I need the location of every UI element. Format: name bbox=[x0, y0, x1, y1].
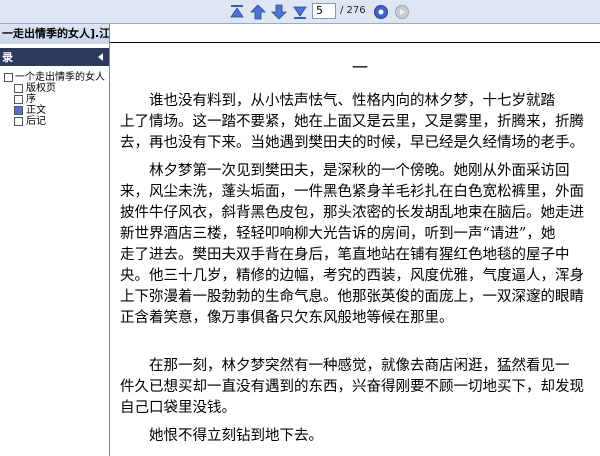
page-top-divider bbox=[110, 42, 600, 43]
text-line: 林夕梦第一次见到樊田夫，是深秋的一个傍晚。她刚从外面采访回 bbox=[149, 163, 570, 179]
checkbox-icon bbox=[4, 73, 13, 82]
text-line: 件久已想买却一直没有遇到的东西，兴奋得刚要不顾一切地买下，却发现 bbox=[120, 379, 584, 395]
collapse-panel-icon[interactable] bbox=[96, 52, 106, 62]
text-line: 走了进去。樊田夫双手背在身后，笔直地站在铺有猩红色地毯的屋子中 bbox=[120, 247, 570, 263]
paragraph: 在那一刻，林夕梦突然有一种感觉，就像去商店闲逛，猛然看见一 件久已想买却一直没有… bbox=[120, 356, 596, 419]
toc-item-label: 序 bbox=[26, 94, 36, 105]
page-total-label: / 276 bbox=[340, 5, 366, 16]
next-page-icon[interactable] bbox=[270, 3, 288, 21]
toc-item-label: 版权页 bbox=[26, 83, 56, 94]
text-line: 她恨不得立刻钻到地下去。 bbox=[149, 428, 323, 444]
bookmark-panel: 一走出情季的女人].江… 录 一个走出情季的女人 版权页 序 正文 后记 bbox=[0, 24, 110, 456]
chapter-heading: 一 bbox=[352, 58, 369, 77]
text-line: 上了情场。这一踏不要紧，她在上面又是云里，又是雾里，折腾来，折腾 bbox=[120, 114, 584, 130]
toc-item-afterword[interactable]: 后记 bbox=[0, 116, 109, 127]
text-line: 披件牛仔风衣，斜背黑色皮包，那头浓密的长发胡乱地束在脑后。她走进 bbox=[120, 205, 584, 221]
toc-item-label: 一个走出情季的女人 bbox=[15, 72, 105, 83]
text-line: 新世界酒店三楼，轻轻叩响柳大光告诉的房间，听到一声“请进”，她 bbox=[120, 226, 556, 242]
toc-item-root[interactable]: 一个走出情季的女人 bbox=[0, 72, 109, 83]
text-line: 在那一刻，林夕梦突然有一种感觉，就像去商店闲逛，猛然看见一 bbox=[149, 358, 570, 374]
contents-tab-label: 录 bbox=[2, 51, 13, 64]
text-line: 正含着笑意，像万事俱备只欠东风般地等候在那里。 bbox=[120, 310, 454, 326]
text-line bbox=[120, 329, 596, 350]
text-line: 去，再也没有下来。当她遇到樊田夫的时候，早已经是久经情场的老手。 bbox=[120, 135, 584, 151]
go-page-icon[interactable] bbox=[372, 3, 390, 21]
toc-item-preface[interactable]: 序 bbox=[0, 94, 109, 105]
forward-icon[interactable] bbox=[393, 3, 411, 21]
paragraph: 她恨不得立刻钻到地下去。 bbox=[120, 426, 596, 447]
text-line: 自己口袋里没钱。 bbox=[120, 400, 236, 416]
toc-item-label: 后记 bbox=[26, 116, 46, 127]
document-title: 一走出情季的女人].江… bbox=[0, 24, 109, 44]
toc-item-copyright[interactable]: 版权页 bbox=[0, 83, 109, 94]
text-line: 谁也没有料到，从小怯声怯气、性格内向的林夕梦，十七岁就踏 bbox=[149, 93, 555, 109]
page-number-input[interactable]: 5 bbox=[312, 3, 336, 19]
text-line: 来，风尘未洗，蓬头垢面，一件黑色紧身羊毛衫扎在白色宽松裤里，外面 bbox=[120, 184, 584, 200]
document-page[interactable]: 一 谁也没有料到，从小怯声怯气、性格内向的林夕梦，十七岁就踏 上了情场。这一踏不… bbox=[110, 24, 600, 456]
checked-box-icon bbox=[14, 106, 23, 115]
checkbox-icon bbox=[14, 84, 23, 93]
contents-tab[interactable]: 录 bbox=[0, 48, 109, 66]
navigation-toolbar: 5 / 276 bbox=[0, 0, 600, 24]
toc-item-label: 正文 bbox=[26, 105, 46, 116]
checkbox-icon bbox=[14, 117, 23, 126]
first-page-icon[interactable] bbox=[228, 3, 246, 21]
checkbox-icon bbox=[14, 95, 23, 104]
paragraph: 林夕梦第一次见到樊田夫，是深秋的一个傍晚。她刚从外面采访回 来，风尘未洗，蓬头垢… bbox=[120, 161, 596, 350]
text-line: 央。他三十几岁，精修的边幅，考究的西装，风度优雅，气度逼人，浑身 bbox=[120, 268, 584, 284]
previous-page-icon[interactable] bbox=[249, 3, 267, 21]
paragraph: 谁也没有料到，从小怯声怯气、性格内向的林夕梦，十七岁就踏 上了情场。这一踏不要紧… bbox=[120, 91, 596, 154]
text-line: 上下弥漫着一股勃勃的生命气息。他那张英俊的面庞上，一双深邃的眼睛 bbox=[120, 289, 584, 305]
toc-item-main-text[interactable]: 正文 bbox=[0, 105, 109, 116]
table-of-contents: 一个走出情季的女人 版权页 序 正文 后记 bbox=[0, 72, 109, 127]
last-page-icon[interactable] bbox=[291, 3, 309, 21]
